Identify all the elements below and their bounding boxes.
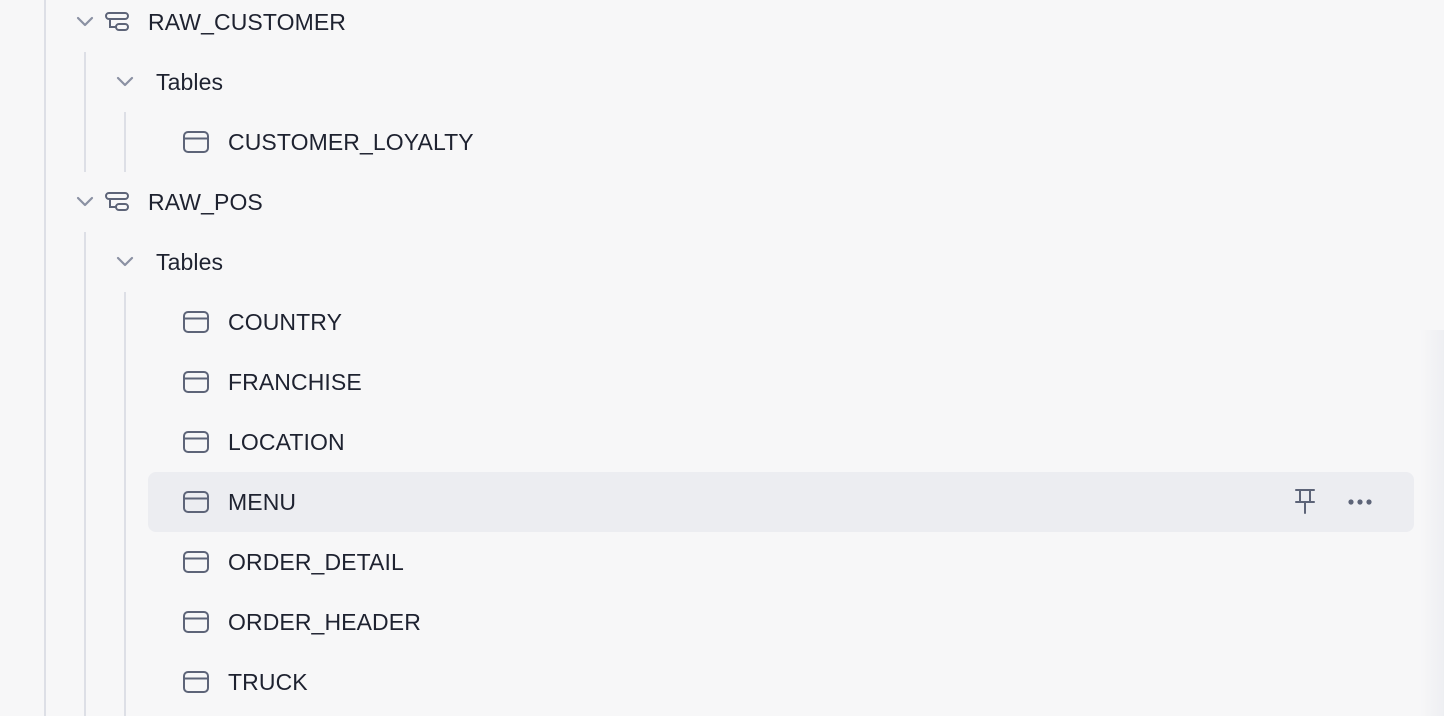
table-row-menu[interactable]: MENU	[148, 472, 1414, 532]
table-name: COUNTRY	[228, 309, 343, 335]
table-name: ORDER_DETAIL	[228, 549, 404, 575]
table-name: ORDER_HEADER	[228, 609, 421, 635]
chevron-down-icon[interactable]	[114, 255, 136, 269]
table-row[interactable]: ORDER_DETAIL	[148, 532, 1414, 592]
tables-group-label: Tables	[156, 69, 224, 95]
table-row[interactable]: FRANCHISE	[148, 352, 1414, 412]
table-icon	[183, 611, 209, 633]
tree-guide-line	[84, 52, 86, 172]
table-icon	[183, 551, 209, 573]
table-row[interactable]: ORDER_HEADER	[148, 592, 1414, 652]
table-icon	[183, 491, 209, 513]
table-name: CUSTOMER_LOYALTY	[228, 129, 474, 155]
more-options-icon[interactable]	[1346, 488, 1374, 516]
table-row[interactable]: LOCATION	[148, 412, 1414, 472]
object-explorer-tree: RAW_CUSTOMER Tables CUSTOMER_LOYALTY RAW…	[0, 0, 1444, 716]
tables-group-row[interactable]: Tables	[100, 232, 1414, 292]
schema-icon	[105, 192, 129, 211]
chevron-down-icon[interactable]	[74, 195, 96, 209]
tables-group-row[interactable]: Tables	[100, 52, 1414, 112]
table-row[interactable]: TRUCK	[148, 652, 1414, 712]
table-name: TRUCK	[228, 669, 308, 695]
table-row[interactable]: COUNTRY	[148, 292, 1414, 352]
table-icon	[183, 671, 209, 693]
schema-row-raw-pos[interactable]: RAW_POS	[60, 172, 1414, 232]
table-name: FRANCHISE	[228, 369, 362, 395]
chevron-down-icon[interactable]	[74, 15, 96, 29]
schema-name: RAW_CUSTOMER	[148, 9, 346, 35]
tree-guide-line	[84, 232, 86, 716]
table-icon	[183, 371, 209, 393]
table-row[interactable]: CUSTOMER_LOYALTY	[148, 112, 1414, 172]
tables-group-label: Tables	[156, 249, 224, 275]
table-name: LOCATION	[228, 429, 345, 455]
schema-row-raw-customer[interactable]: RAW_CUSTOMER	[60, 0, 1414, 52]
panel-edge-shadow	[1420, 330, 1444, 716]
table-icon	[183, 311, 209, 333]
table-name: MENU	[228, 489, 297, 515]
tree-guide-line	[44, 0, 46, 716]
table-icon	[183, 431, 209, 453]
tree-guide-line	[124, 292, 126, 716]
tree-guide-line	[124, 112, 126, 172]
pin-icon[interactable]	[1291, 487, 1319, 515]
schema-icon	[105, 12, 129, 31]
chevron-down-icon[interactable]	[114, 75, 136, 89]
table-icon	[183, 131, 209, 153]
schema-name: RAW_POS	[148, 189, 263, 215]
